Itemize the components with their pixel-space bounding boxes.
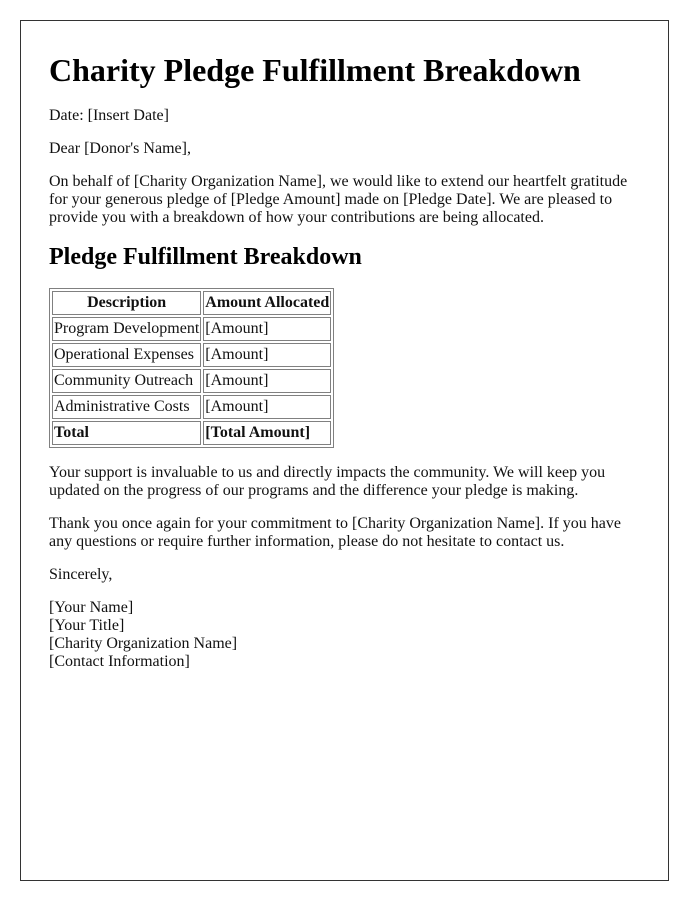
column-header-amount: Amount Allocated — [203, 291, 332, 316]
closing: Sincerely, — [49, 566, 113, 584]
row-description: Administrative Costs — [52, 395, 202, 420]
signature-name: [Your Name] — [49, 599, 134, 617]
signature-block: [Your Name] [Your Title] [Charity Organi… — [49, 599, 648, 671]
salutation: Dear [Donor's Name], — [49, 140, 191, 158]
document-title: Charity Pledge Fulfillment Breakdown — [49, 52, 581, 88]
table-total-row: Total [Total Amount] — [52, 421, 332, 446]
row-amount: [Amount] — [203, 395, 332, 420]
support-paragraph: Your support is invaluable to us and dir… — [49, 464, 606, 500]
table-row: Program Development [Amount] — [52, 317, 332, 342]
table-header-row: Description Amount Allocated — [52, 291, 332, 316]
letter-document: Charity Pledge Fulfillment Breakdown Dat… — [20, 20, 669, 881]
row-amount: [Amount] — [203, 317, 332, 342]
table-row: Administrative Costs [Amount] — [52, 395, 332, 420]
row-description: Operational Expenses — [52, 343, 202, 368]
column-header-description: Description — [52, 291, 202, 316]
total-amount: [Total Amount] — [203, 421, 332, 446]
row-description: Community Outreach — [52, 369, 202, 394]
row-description: Program Development — [52, 317, 202, 342]
intro-paragraph: On behalf of [Charity Organization Name]… — [49, 173, 628, 227]
breakdown-table: Description Amount Allocated Program Dev… — [49, 288, 335, 449]
thanks-paragraph: Thank you once again for your commitment… — [49, 515, 621, 551]
signature-title: [Your Title] — [49, 617, 125, 635]
signature-contact: [Contact Information] — [49, 653, 190, 671]
row-amount: [Amount] — [203, 369, 332, 394]
table-row: Operational Expenses [Amount] — [52, 343, 332, 368]
table-row: Community Outreach [Amount] — [52, 369, 332, 394]
signature-organization: [Charity Organization Name] — [49, 635, 238, 653]
date-line: Date: [Insert Date] — [49, 107, 169, 125]
section-heading: Pledge Fulfillment Breakdown — [49, 244, 362, 271]
row-amount: [Amount] — [203, 343, 332, 368]
total-label: Total — [52, 421, 202, 446]
